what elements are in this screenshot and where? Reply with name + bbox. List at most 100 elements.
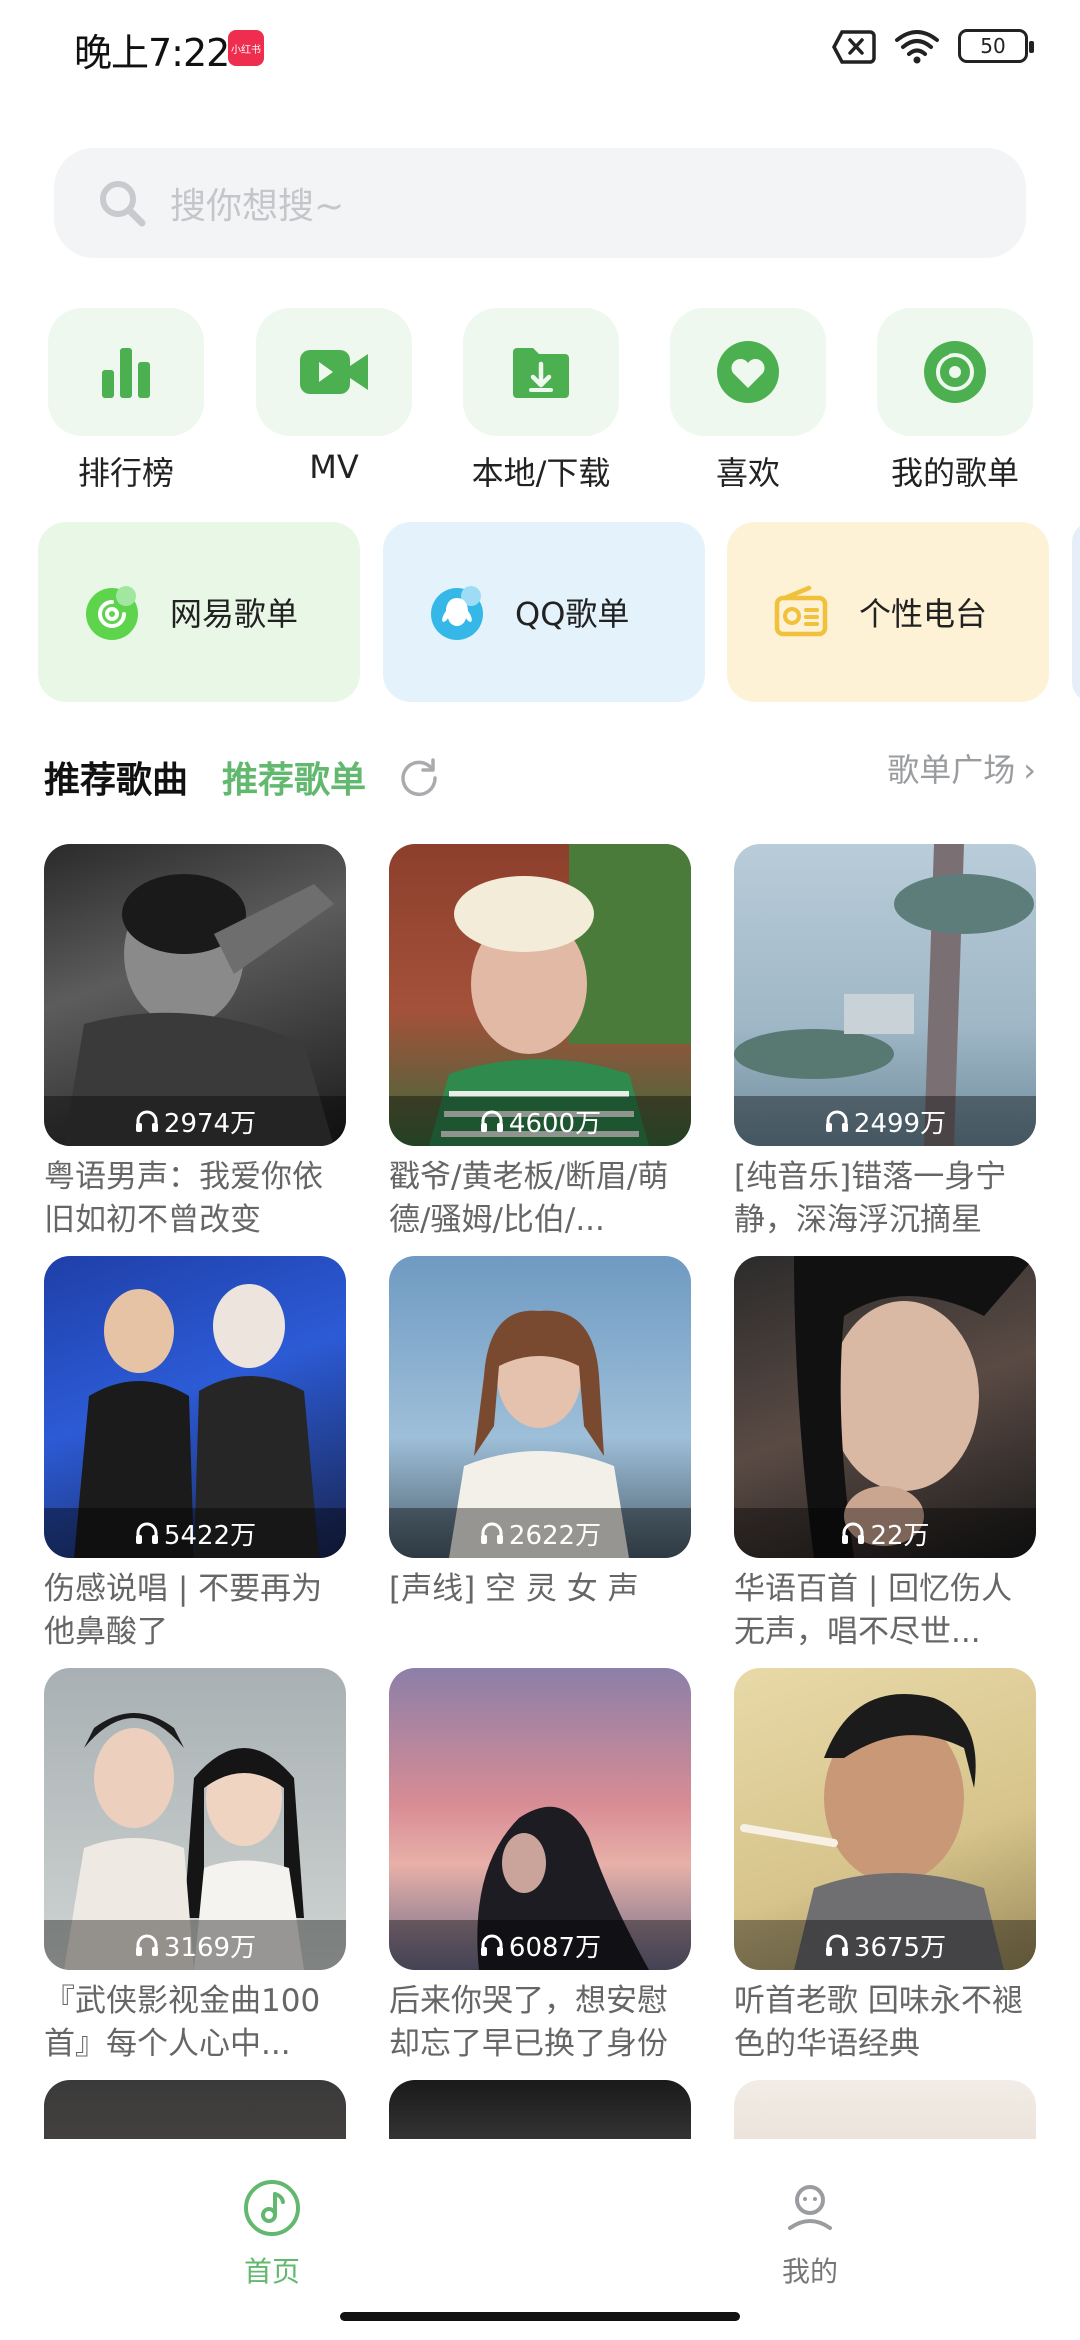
play-count-bar: 4600万 (389, 1096, 691, 1146)
search-bar[interactable]: 搜你想搜~ (54, 148, 1026, 258)
headphones-icon (135, 1934, 158, 1956)
nav-mine[interactable]: 我的 (730, 2178, 890, 2290)
search-icon (100, 181, 146, 227)
playlist-title: 戳爷/黄老板/断眉/萌德/骚姆/比伯/... (389, 1159, 669, 1238)
bottom-navigation: 首页 我的 (0, 2140, 1080, 2340)
shortcut-mv[interactable]: MV (256, 308, 412, 486)
playlist-title: 伤感说唱 | 不要再为他鼻酸了 (44, 1571, 323, 1650)
play-count-bar: 2499万 (734, 1096, 1036, 1146)
headphones-icon (480, 1110, 503, 1132)
playlist-square-label: 歌单广场 (887, 751, 1016, 789)
radio-icon (774, 585, 828, 637)
shortcut-label: MV (309, 448, 359, 486)
playlist-cover (734, 2080, 1036, 2139)
playlist-cover (389, 2080, 691, 2139)
playlist-title: 粤语男声：我爱你依旧如初不曾改变 (44, 1159, 323, 1238)
headphones-icon (135, 1522, 158, 1544)
play-count-bar: 3675万 (734, 1920, 1036, 1970)
nav-home[interactable]: 首页 (192, 2178, 352, 2290)
play-count-bar: 3169万 (44, 1920, 346, 1970)
battery-icon: 50 (958, 29, 1034, 63)
play-count: 3675万 (853, 1932, 947, 1963)
headphones-icon (135, 1110, 158, 1132)
playlist-grid: 2974万 粤语男声：我爱你依旧如初不曾改变 4600万 戳爷/黄老板/断眉/萌… (44, 844, 1036, 2139)
playlist-item[interactable] (389, 2080, 691, 2139)
play-count-bar: 6087万 (389, 1920, 691, 1970)
shortcut-row: 排行榜 MV 本地/下载 喜欢 我的歌单 (0, 308, 1080, 498)
battery-level: 50 (980, 34, 1006, 58)
playlist-source-row: 网易歌单 QQ歌单 个性电台 (0, 522, 1080, 702)
chart-bars-icon (102, 348, 150, 398)
play-count: 22万 (870, 1520, 930, 1551)
playlist-cover: 3675万 (734, 1668, 1036, 1970)
card-label: 个性电台 (859, 595, 988, 633)
playlist-item[interactable]: 22万 华语百首 | 回忆伤人无声，唱不尽世... (734, 1256, 1036, 1654)
play-count: 6087万 (508, 1932, 602, 1963)
playlist-title: 『武侠影视金曲100首』每个人心中... (44, 1983, 321, 2062)
tab-recommended-playlists[interactable]: 推荐歌单 (222, 751, 366, 803)
shortcut-ranking[interactable]: 排行榜 (48, 308, 204, 494)
playlist-item[interactable]: 6087万 后来你哭了，想安慰却忘了早已换了身份 (389, 1668, 691, 2066)
playlist-cover (44, 2080, 346, 2139)
shortcut-my-playlists[interactable]: 我的歌单 (877, 308, 1033, 494)
shortcut-label: 我的歌单 (890, 454, 1019, 492)
play-count-bar: 2974万 (44, 1096, 346, 1146)
playlist-item[interactable] (44, 2080, 346, 2139)
nav-mine-label: 我的 (781, 2255, 838, 2288)
shortcut-label: 喜欢 (715, 454, 780, 492)
playlist-item[interactable]: 2499万 [纯音乐]错落一身宁静，深海浮沉摘星 (734, 844, 1036, 1242)
netease-icon (86, 586, 138, 640)
playlist-item[interactable]: 2974万 粤语男声：我爱你依旧如初不曾改变 (44, 844, 346, 1242)
more-card-peek[interactable] (1072, 522, 1080, 702)
play-count: 3169万 (163, 1932, 257, 1963)
playlist-cover: 2622万 (389, 1256, 691, 1558)
status-bar: 晚上7:22 小红书 50 (0, 0, 1080, 100)
shortcut-local-download[interactable]: 本地/下载 (463, 308, 619, 494)
search-placeholder: 搜你想搜~ (170, 186, 345, 227)
playlist-cover: 5422万 (44, 1256, 346, 1558)
refresh-icon[interactable] (398, 755, 440, 797)
play-count: 5422万 (163, 1520, 257, 1551)
card-label: 网易歌单 (170, 595, 299, 633)
personal-radio-card[interactable]: 个性电台 (727, 522, 1049, 702)
headphones-icon (842, 1522, 865, 1544)
nav-home-label: 首页 (243, 2255, 300, 2288)
sim-off-icon (832, 30, 876, 64)
headphones-icon (480, 1934, 503, 1956)
recommend-header: 推荐歌曲 推荐歌单 歌单广场 › (44, 745, 1044, 805)
playlist-item[interactable]: 4600万 戳爷/黄老板/断眉/萌德/骚姆/比伯/... (389, 844, 691, 1242)
play-count-bar: 22万 (734, 1508, 1036, 1558)
headphones-icon (825, 1110, 848, 1132)
play-count: 2974万 (163, 1108, 257, 1139)
play-count: 2499万 (853, 1108, 947, 1139)
music-note-disc-icon (244, 2180, 300, 2236)
playlist-cover: 4600万 (389, 844, 691, 1146)
playlist-item[interactable] (734, 2080, 1036, 2139)
play-count: 2622万 (508, 1520, 602, 1551)
shortcut-favorites[interactable]: 喜欢 (670, 308, 826, 494)
playlist-cover: 2499万 (734, 844, 1036, 1146)
status-icons: 50 (832, 28, 1034, 64)
playlist-square-link[interactable]: 歌单广场 › (887, 745, 1036, 791)
home-indicator[interactable] (340, 2312, 740, 2321)
netease-playlist-card[interactable]: 网易歌单 (38, 522, 360, 702)
disc-icon (924, 341, 986, 403)
shortcut-label: 排行榜 (77, 454, 174, 492)
play-count-bar: 5422万 (44, 1508, 346, 1558)
qq-playlist-card[interactable]: QQ歌单 (383, 522, 705, 702)
playlist-item[interactable]: 5422万 伤感说唱 | 不要再为他鼻酸了 (44, 1256, 346, 1654)
playlist-cover: 22万 (734, 1256, 1036, 1558)
playlist-item[interactable]: 2622万 [声线] 空 灵 女 声 (389, 1256, 691, 1654)
playlist-title: [声线] 空 灵 女 声 (389, 1571, 639, 1607)
playlist-item[interactable]: 3169万 『武侠影视金曲100首』每个人心中... (44, 1668, 346, 2066)
tab-recommended-songs[interactable]: 推荐歌曲 (44, 751, 188, 803)
wifi-icon (895, 30, 939, 64)
playlist-item[interactable]: 3675万 听首老歌 回味永不褪色的华语经典 (734, 1668, 1036, 2066)
playlist-cover: 3169万 (44, 1668, 346, 1970)
xiaohongshu-notification-icon: 小红书 (228, 30, 264, 66)
download-folder-icon (513, 348, 569, 398)
status-time: 晚上7:22 (74, 31, 230, 75)
playlist-title: 后来你哭了，想安慰却忘了早已换了身份 (389, 1983, 668, 2062)
video-camera-icon (300, 350, 368, 394)
heart-icon (717, 341, 779, 403)
